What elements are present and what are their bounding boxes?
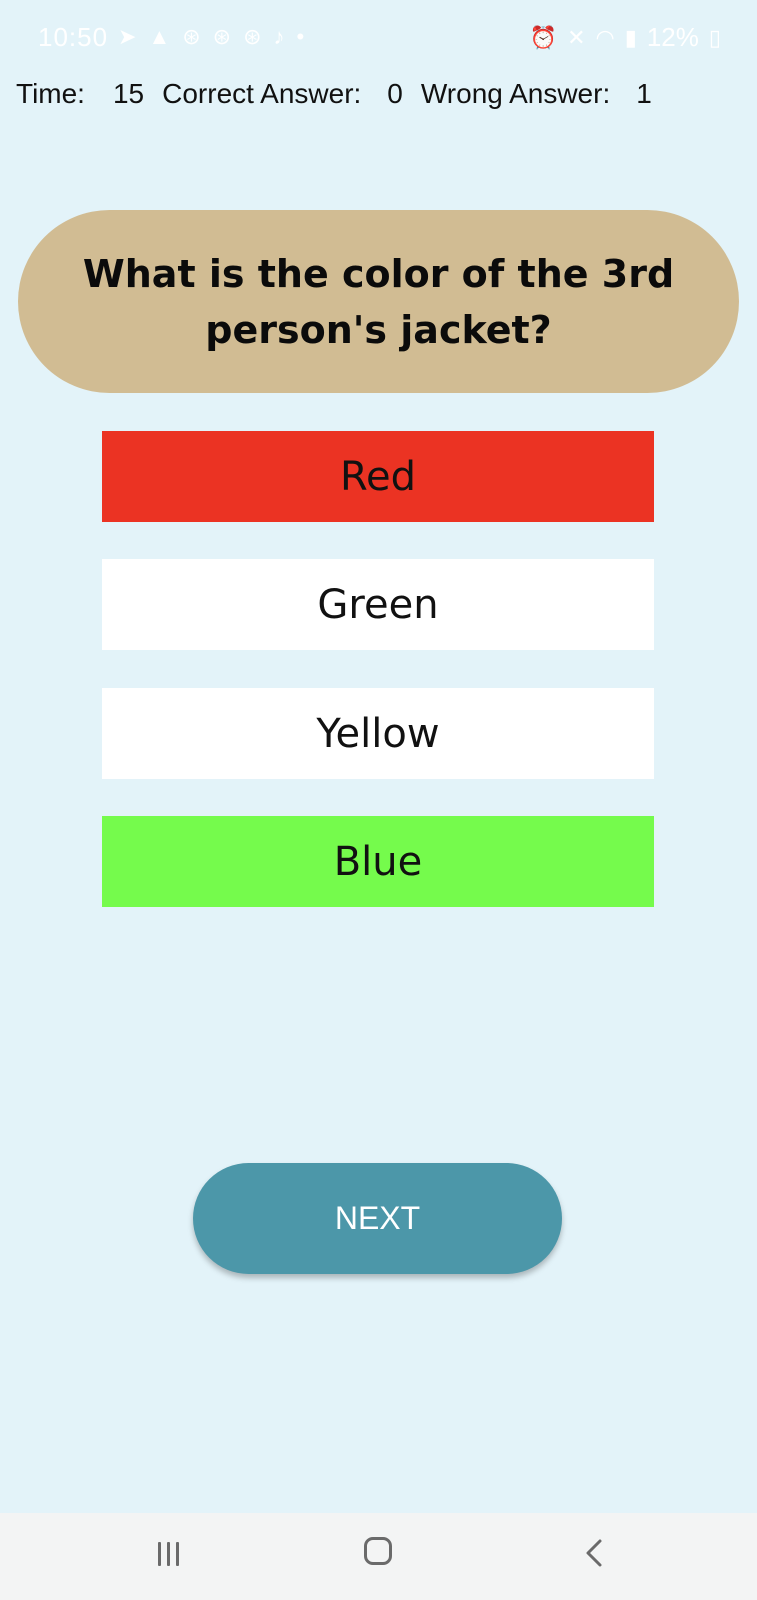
answer-option-blue[interactable]: Blue — [102, 816, 654, 907]
mute-icon: ✕ — [567, 24, 586, 50]
correct-answer-label: Correct Answer: — [162, 78, 362, 109]
answer-option-green[interactable]: Green — [102, 559, 654, 650]
status-right-icons: ⏰ ✕ ◠ ▮ 12% ▯ — [530, 22, 721, 53]
answer-option-red[interactable]: Red — [102, 431, 654, 522]
status-time: 10:50 — [38, 22, 109, 52]
question-card: What is the color of the 3rd person's ja… — [18, 210, 739, 393]
status-bar: 10:50 ➤ ▲ ⊛ ⊛ ⊛ ♪ • ⏰ ✕ ◠ ▮ 12% ▯ — [0, 0, 757, 70]
time-label: Time: — [16, 78, 85, 109]
score-bar: Time: 15 Correct Answer: 0 Wrong Answer:… — [16, 78, 746, 110]
battery-icon: ▯ — [708, 24, 721, 50]
bell-icon: ♪ — [273, 24, 285, 49]
answer-option-yellow[interactable]: Yellow — [102, 688, 654, 779]
warning-icon: ▲ — [148, 24, 171, 49]
wifi-icon: ◠ — [595, 24, 615, 50]
dot-icon: • — [296, 24, 305, 49]
recents-icon[interactable] — [153, 1539, 183, 1569]
correct-answer-value: 0 — [387, 78, 403, 109]
notification-icon: ⊛ — [182, 24, 201, 49]
next-button[interactable]: NEXT — [193, 1163, 562, 1274]
notification-icon: ⊛ — [243, 24, 262, 49]
telegram-icon: ➤ — [118, 24, 137, 49]
battery-level: 12% — [646, 22, 699, 52]
wrong-answer-value: 1 — [636, 78, 652, 109]
alarm-icon: ⏰ — [529, 24, 558, 50]
wrong-answer-label: Wrong Answer: — [420, 78, 611, 109]
back-icon[interactable] — [580, 1535, 610, 1571]
home-icon[interactable] — [364, 1537, 392, 1565]
signal-icon: ▮ — [624, 24, 637, 50]
notification-icon: ⊛ — [212, 24, 232, 49]
question-text: What is the color of the 3rd person's ja… — [82, 251, 675, 352]
status-left-icons: ➤ ▲ ⊛ ⊛ ⊛ ♪ • — [118, 24, 304, 50]
time-value: 15 — [112, 78, 145, 109]
navigation-bar — [0, 1513, 757, 1600]
